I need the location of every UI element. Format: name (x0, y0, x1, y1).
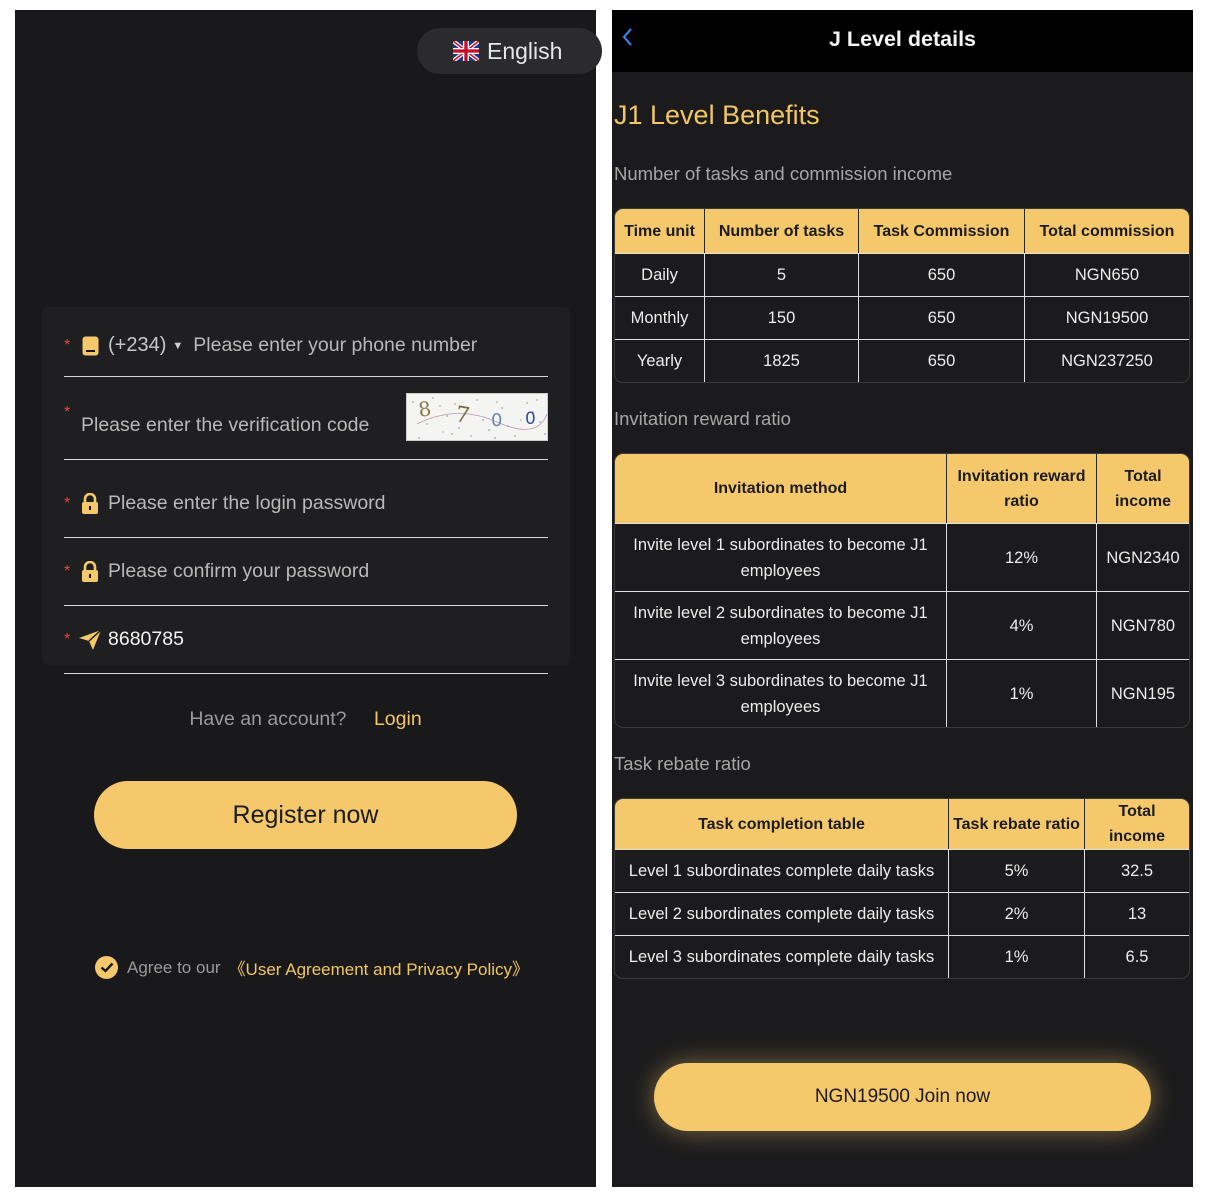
table-cell: 12% (947, 523, 1097, 591)
level-details-screen: J Level details J1 Level Benefits Number… (612, 10, 1193, 1187)
agreement-row: Agree to our 《User Agreement and Privacy… (95, 955, 529, 980)
svg-text:0: 0 (525, 409, 536, 429)
table-header: Task Commission (859, 209, 1025, 253)
lock-icon (78, 560, 102, 583)
caret-down-icon[interactable]: ▼ (172, 340, 183, 352)
table-cell: 32.5 (1085, 849, 1189, 892)
table-header: Time unit (615, 209, 705, 253)
table-row: Level 3 subordinates complete daily task… (615, 935, 1189, 978)
table-cell: Daily (615, 253, 705, 296)
required-star: * (64, 404, 71, 421)
table-cell: Invite level 3 subordinates to become J1… (615, 659, 947, 727)
invite-section-title: Invitation reward ratio (614, 408, 791, 429)
table-cell: 1825 (705, 339, 859, 382)
table-cell: Monthly (615, 296, 705, 339)
phone-icon (78, 336, 102, 356)
required-star: * (64, 336, 71, 354)
join-now-button[interactable]: NGN19500 Join now (654, 1063, 1151, 1131)
table-cell: Yearly (615, 339, 705, 382)
table-cell: Level 3 subordinates complete daily task… (615, 935, 949, 978)
phone-placeholder: Please enter your phone number (193, 334, 478, 356)
svg-text:0: 0 (491, 410, 502, 431)
svg-text:8: 8 (417, 396, 433, 422)
table-header: Total income (1085, 799, 1189, 849)
tasks-section-title: Number of tasks and commission income (614, 163, 953, 184)
table-row: Monthly 150 650 NGN19500 (615, 296, 1189, 339)
uk-flag-icon (453, 41, 479, 61)
table-row: Invite level 2 subordinates to become J1… (615, 591, 1189, 659)
login-prompt: Have an account? Login (15, 708, 596, 731)
table-cell: 650 (859, 339, 1025, 382)
confirm-password-placeholder: Please confirm your password (108, 560, 370, 582)
table-cell: NGN19500 (1025, 296, 1189, 339)
have-account-text: Have an account? (189, 708, 347, 730)
table-cell: Invite level 1 subordinates to become J1… (615, 523, 947, 591)
invite-code-value: 8680785 (108, 628, 184, 650)
table-header: Task completion table (615, 799, 949, 849)
login-link[interactable]: Login (374, 708, 422, 730)
table-cell: NGN237250 (1025, 339, 1189, 382)
table-row: Level 2 subordinates complete daily task… (615, 892, 1189, 935)
verification-field[interactable]: * Please enter the verification code 8 7… (64, 392, 548, 460)
verification-placeholder: Please enter the verification code (81, 414, 370, 436)
table-cell: 5% (949, 849, 1085, 892)
table-cell: 1% (947, 659, 1097, 727)
table-cell: 150 (705, 296, 859, 339)
table-row: Invite level 3 subordinates to become J1… (615, 659, 1189, 727)
invite-code-field[interactable]: * 8680785 (64, 606, 548, 674)
svg-text:7: 7 (453, 402, 471, 429)
table-row: Yearly 1825 650 NGN237250 (615, 339, 1189, 382)
paper-plane-icon (78, 628, 102, 651)
check-circle-icon[interactable] (95, 956, 118, 979)
page-title: J Level details (829, 27, 976, 51)
rebate-table: Task completion table Task rebate ratio … (614, 798, 1190, 979)
table-cell: Level 2 subordinates complete daily task… (615, 892, 949, 935)
register-button[interactable]: Register now (94, 781, 517, 849)
register-form: * (+234) ▼ Please enter your phone numbe… (42, 307, 570, 674)
password-field[interactable]: * Please enter the login password (64, 470, 548, 538)
table-cell: 13 (1085, 892, 1189, 935)
invite-table: Invitation method Invitation reward rati… (614, 453, 1190, 728)
language-selector[interactable]: English (417, 28, 602, 74)
country-code[interactable]: (+234) (108, 334, 166, 357)
table-header: Task rebate ratio (949, 799, 1085, 849)
table-cell: 650 (859, 253, 1025, 296)
table-cell: 1% (949, 935, 1085, 978)
table-cell: NGN780 (1097, 591, 1189, 659)
table-cell: NGN650 (1025, 253, 1189, 296)
table-header: Total income (1097, 454, 1189, 523)
top-bar: J Level details (612, 10, 1193, 72)
table-cell: 650 (859, 296, 1025, 339)
table-cell: 6.5 (1085, 935, 1189, 978)
table-cell: Invite level 2 subordinates to become J1… (615, 591, 947, 659)
table-header: Total commission (1025, 209, 1189, 253)
language-label: English (487, 37, 563, 64)
table-header: Invitation reward ratio (947, 454, 1097, 523)
table-row: Level 1 subordinates complete daily task… (615, 849, 1189, 892)
table-cell: 2% (949, 892, 1085, 935)
confirm-password-field[interactable]: * Please confirm your password (64, 538, 548, 606)
table-row: Daily 5 650 NGN650 (615, 253, 1189, 296)
table-header: Invitation method (615, 454, 947, 523)
required-star: * (64, 494, 71, 512)
policy-link[interactable]: 《User Agreement and Privacy Policy》 (229, 955, 529, 980)
required-star: * (64, 562, 71, 580)
required-star: * (64, 630, 71, 648)
level-title: J1 Level Benefits (614, 100, 820, 130)
table-header: Number of tasks (705, 209, 859, 253)
password-placeholder: Please enter the login password (108, 492, 386, 514)
table-row: Invite level 1 subordinates to become J1… (615, 523, 1189, 591)
rebate-section-title: Task rebate ratio (614, 753, 751, 774)
lock-icon (78, 492, 102, 515)
table-cell: NGN2340 (1097, 523, 1189, 591)
phone-field[interactable]: * (+234) ▼ Please enter your phone numbe… (64, 315, 548, 377)
agree-text: Agree to our (127, 957, 221, 977)
table-cell: 5 (705, 253, 859, 296)
register-screen: English * (+234) ▼ Please enter your pho… (15, 10, 602, 1187)
tasks-table: Time unit Number of tasks Task Commissio… (614, 208, 1190, 383)
captcha-image[interactable]: 8 7 0 0 (406, 393, 548, 441)
table-cell: 4% (947, 591, 1097, 659)
table-cell: NGN195 (1097, 659, 1189, 727)
table-cell: Level 1 subordinates complete daily task… (615, 849, 949, 892)
